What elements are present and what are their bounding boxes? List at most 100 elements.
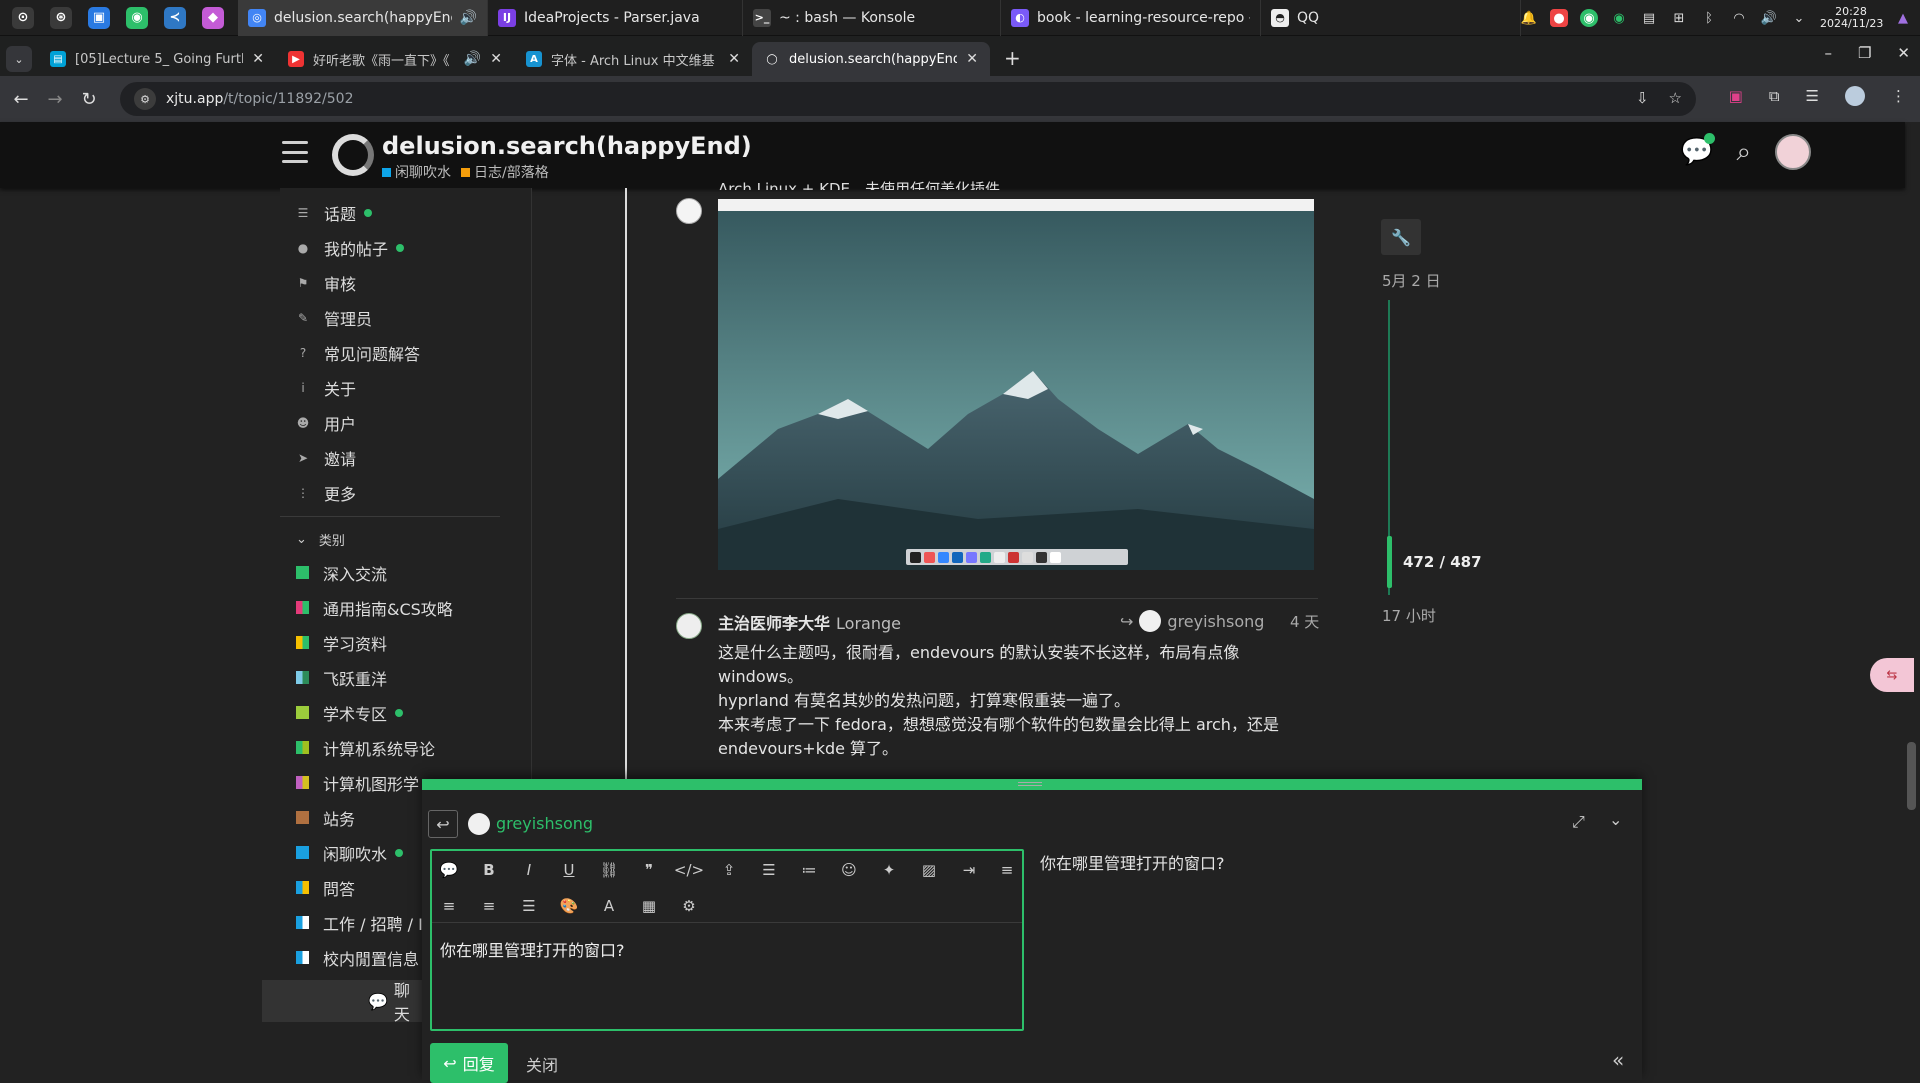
- taskbar-window[interactable]: >_ ~ : bash — Konsole: [743, 0, 1001, 36]
- address-bar[interactable]: ⚙ xjtu.app/t/topic/11892/502 ⇩ ☆: [120, 82, 1696, 116]
- sidebar-category[interactable]: 深入交流: [280, 555, 531, 590]
- restore-icon[interactable]: ❐: [1858, 44, 1871, 62]
- reload-button[interactable]: ↻: [72, 82, 106, 116]
- post-avatar[interactable]: [676, 198, 702, 224]
- timeline-handle[interactable]: [1387, 536, 1392, 588]
- show-desktop-icon[interactable]: ▲: [1894, 9, 1912, 27]
- browser-tab[interactable]: ◯ delusion.search(happyEnd) ✕: [752, 42, 990, 76]
- bookmark-star-icon[interactable]: ☆: [1669, 89, 1682, 107]
- user-avatar[interactable]: [1775, 134, 1811, 170]
- taskbar-app[interactable]: ▣: [84, 3, 114, 33]
- install-app-icon[interactable]: ⇩: [1636, 89, 1649, 107]
- url-text[interactable]: xjtu.app/t/topic/11892/502: [166, 91, 354, 107]
- new-tab-button[interactable]: +: [1004, 46, 1021, 70]
- reply-button[interactable]: ↩ 回复: [430, 1043, 508, 1083]
- post-author[interactable]: 主治医师李大华 Lorange: [718, 610, 901, 634]
- sidebar-category[interactable]: 飞跃重洋: [280, 660, 531, 695]
- chevron-down-icon[interactable]: ⌄: [1609, 810, 1622, 829]
- gear-icon[interactable]: ⚙: [674, 891, 704, 921]
- profile-avatar[interactable]: [1845, 86, 1865, 106]
- qq-tray-icon[interactable]: ●: [1550, 9, 1568, 27]
- extensions-icon[interactable]: ⧉: [1769, 87, 1780, 105]
- taskbar-window[interactable]: ◐ book - learning-resource-repo - ...: [1001, 0, 1261, 36]
- close-tab-icon[interactable]: ✕: [966, 51, 978, 67]
- fullscreen-icon[interactable]: ⤢: [1572, 812, 1585, 832]
- post-date[interactable]: 4 天: [1290, 611, 1319, 632]
- align-right-icon[interactable]: ≡: [474, 891, 504, 921]
- breadcrumb-category[interactable]: 闲聊吹水: [382, 162, 451, 182]
- close-tab-icon[interactable]: ✕: [728, 51, 740, 67]
- taskbar-window[interactable]: IJ IdeaProjects - Parser.java: [488, 0, 743, 36]
- image-icon[interactable]: ▨: [914, 855, 944, 885]
- reading-list-icon[interactable]: ☰: [1806, 87, 1819, 105]
- speech-bubble-icon[interactable]: 💬: [434, 855, 464, 885]
- site-info-icon[interactable]: ⚙: [134, 88, 156, 110]
- tab-audio-icon[interactable]: 🔊: [464, 51, 481, 67]
- close-tab-icon[interactable]: ✕: [252, 51, 264, 67]
- sidebar-item[interactable]: ? 常见问题解答: [280, 335, 531, 370]
- reply-action-icon[interactable]: ↩: [428, 810, 458, 838]
- wrench-icon[interactable]: 🔧: [1381, 219, 1421, 255]
- menu-icon[interactable]: ⋮: [1891, 87, 1906, 105]
- translate-float-icon[interactable]: ⇆: [1870, 658, 1914, 692]
- app-tray-icon[interactable]: ◉: [1580, 9, 1598, 27]
- taskbar-window[interactable]: ◓ QQ: [1261, 0, 1521, 36]
- site-logo[interactable]: [332, 134, 374, 176]
- clipboard-icon[interactable]: ▤: [1640, 9, 1658, 27]
- palette-icon[interactable]: 🎨: [554, 891, 584, 921]
- sidebar-item[interactable]: ⚑ 审核: [280, 265, 531, 300]
- sidebar-item[interactable]: ☻ 用户: [280, 405, 531, 440]
- timeline-end-date[interactable]: 17 小时: [1382, 605, 1436, 626]
- code-icon[interactable]: </>: [674, 855, 704, 885]
- sparkle-icon[interactable]: ✦: [874, 855, 904, 885]
- font-icon[interactable]: A: [594, 891, 624, 921]
- bullet-list-icon[interactable]: ☰: [754, 855, 784, 885]
- chevron-down-icon[interactable]: ⌄: [1790, 9, 1808, 27]
- back-button[interactable]: ←: [4, 82, 38, 116]
- browser-tab[interactable]: ▶ 好听老歌《雨一直下》《 🔊 ✕: [276, 42, 514, 76]
- composer-resize-grip[interactable]: [1018, 782, 1042, 786]
- browser-tab[interactable]: ▤ [05]Lecture 5_ Going Furthe ✕: [38, 42, 276, 76]
- wifi-icon[interactable]: ◠: [1730, 9, 1748, 27]
- input-method-icon[interactable]: ⊞: [1670, 9, 1688, 27]
- italic-icon[interactable]: I: [514, 855, 544, 885]
- close-button[interactable]: 关闭: [526, 1052, 558, 1076]
- sidebar-item[interactable]: ✎ 管理员: [280, 300, 531, 335]
- translate-extension-icon[interactable]: ▣: [1729, 87, 1743, 105]
- wechat-tray-icon[interactable]: ◉: [1610, 9, 1628, 27]
- taskbar-app[interactable]: ⊛: [46, 3, 76, 33]
- link-icon[interactable]: ⛓: [594, 855, 624, 885]
- reply-to-tab[interactable]: ↪ greyishsong: [1120, 610, 1264, 632]
- close-tab-icon[interactable]: ✕: [490, 51, 502, 67]
- sidebar-section-categories[interactable]: ⌄ 类别: [280, 523, 531, 555]
- align-center-icon[interactable]: ≡: [434, 891, 464, 921]
- minimize-icon[interactable]: –: [1824, 44, 1832, 62]
- sidebar-item[interactable]: i 关于: [280, 370, 531, 405]
- tab-search-button[interactable]: ⌄: [6, 46, 32, 72]
- reply-to-user[interactable]: greyishsong: [496, 814, 593, 833]
- upload-icon[interactable]: ⇪: [714, 855, 744, 885]
- numbered-list-icon[interactable]: ≔: [794, 855, 824, 885]
- taskbar-app[interactable]: ◉: [122, 3, 152, 33]
- taskbar-app[interactable]: ≺: [160, 3, 190, 33]
- sidebar-category[interactable]: 学习资料: [280, 625, 531, 660]
- sidebar-item[interactable]: ⋮ 更多: [280, 475, 531, 510]
- post-image[interactable]: [718, 199, 1314, 570]
- scrollbar-thumb[interactable]: [1907, 742, 1916, 810]
- clock[interactable]: 20:28 2024/11/23: [1820, 6, 1883, 30]
- search-icon[interactable]: ⌕: [1736, 138, 1751, 166]
- bold-icon[interactable]: B: [474, 855, 504, 885]
- calendar-icon[interactable]: ▦: [634, 891, 664, 921]
- taskbar-app[interactable]: ⊙: [8, 3, 38, 33]
- taskbar-app[interactable]: ◆: [198, 3, 228, 33]
- sidebar-item[interactable]: ➤ 邀请: [280, 440, 531, 475]
- forward-button[interactable]: →: [38, 82, 72, 116]
- sidebar-category[interactable]: 通用指南&CS攻略: [280, 590, 531, 625]
- timeline-start-date[interactable]: 5月 2 日: [1382, 270, 1441, 291]
- post-avatar[interactable]: [676, 613, 702, 639]
- close-window-icon[interactable]: ✕: [1897, 44, 1910, 62]
- justify-icon[interactable]: ☰: [514, 891, 544, 921]
- underline-icon[interactable]: U: [554, 855, 584, 885]
- composer-textarea[interactable]: 你在哪里管理打开的窗口?: [440, 937, 625, 961]
- browser-tab[interactable]: A 字体 - Arch Linux 中文维基 ✕: [514, 42, 752, 76]
